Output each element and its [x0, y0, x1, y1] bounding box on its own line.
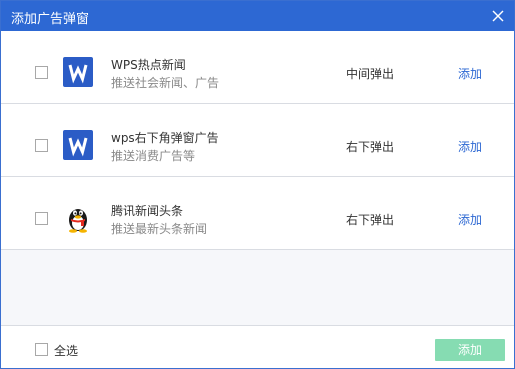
dialog-title: 添加广告弹窗 — [11, 12, 90, 27]
qq-penguin-icon — [63, 203, 93, 233]
item-description: 推送社会新闻、广告 — [111, 76, 220, 90]
item-popup-position: 右下弹出 — [346, 140, 395, 154]
wps-icon — [63, 57, 93, 87]
item-popup-position: 右下弹出 — [346, 213, 395, 227]
item-description: 推送消费广告等 — [111, 149, 196, 163]
list-item: wps右下角弹窗广告 推送消费广告等 右下弹出 添加 — [1, 104, 514, 177]
list-item: WPS热点新闻 推送社会新闻、广告 中间弹出 添加 — [1, 31, 514, 104]
item-checkbox[interactable] — [35, 139, 48, 152]
item-name: wps右下角弹窗广告 — [111, 131, 219, 145]
item-checkbox[interactable] — [35, 66, 48, 79]
ad-popup-list: WPS热点新闻 推送社会新闻、广告 中间弹出 添加 wps右下角弹窗广告 推送消… — [1, 31, 514, 325]
add-link[interactable]: 添加 — [458, 65, 482, 82]
select-all-label[interactable]: 全选 — [54, 342, 78, 359]
close-icon — [492, 10, 504, 22]
add-link[interactable]: 添加 — [458, 211, 482, 228]
item-name: 腾讯新闻头条 — [111, 204, 184, 218]
item-name: WPS热点新闻 — [111, 58, 186, 72]
footer-bar: 全选 添加 — [1, 325, 514, 368]
list-item: 腾讯新闻头条 推送最新头条新闻 右下弹出 添加 — [1, 177, 514, 250]
add-link[interactable]: 添加 — [458, 138, 482, 155]
add-button[interactable]: 添加 — [435, 339, 505, 361]
close-button[interactable] — [487, 5, 509, 27]
wps-icon — [63, 130, 93, 160]
title-bar: 添加广告弹窗 — [1, 1, 514, 31]
item-checkbox[interactable] — [35, 212, 48, 225]
add-ad-popup-dialog: 添加广告弹窗 WPS热点新闻 推送社会新闻、广告 中间弹出 添加 wps右下角弹… — [0, 0, 515, 369]
item-popup-position: 中间弹出 — [346, 67, 395, 81]
item-description: 推送最新头条新闻 — [111, 222, 208, 236]
select-all-checkbox[interactable] — [35, 343, 48, 356]
